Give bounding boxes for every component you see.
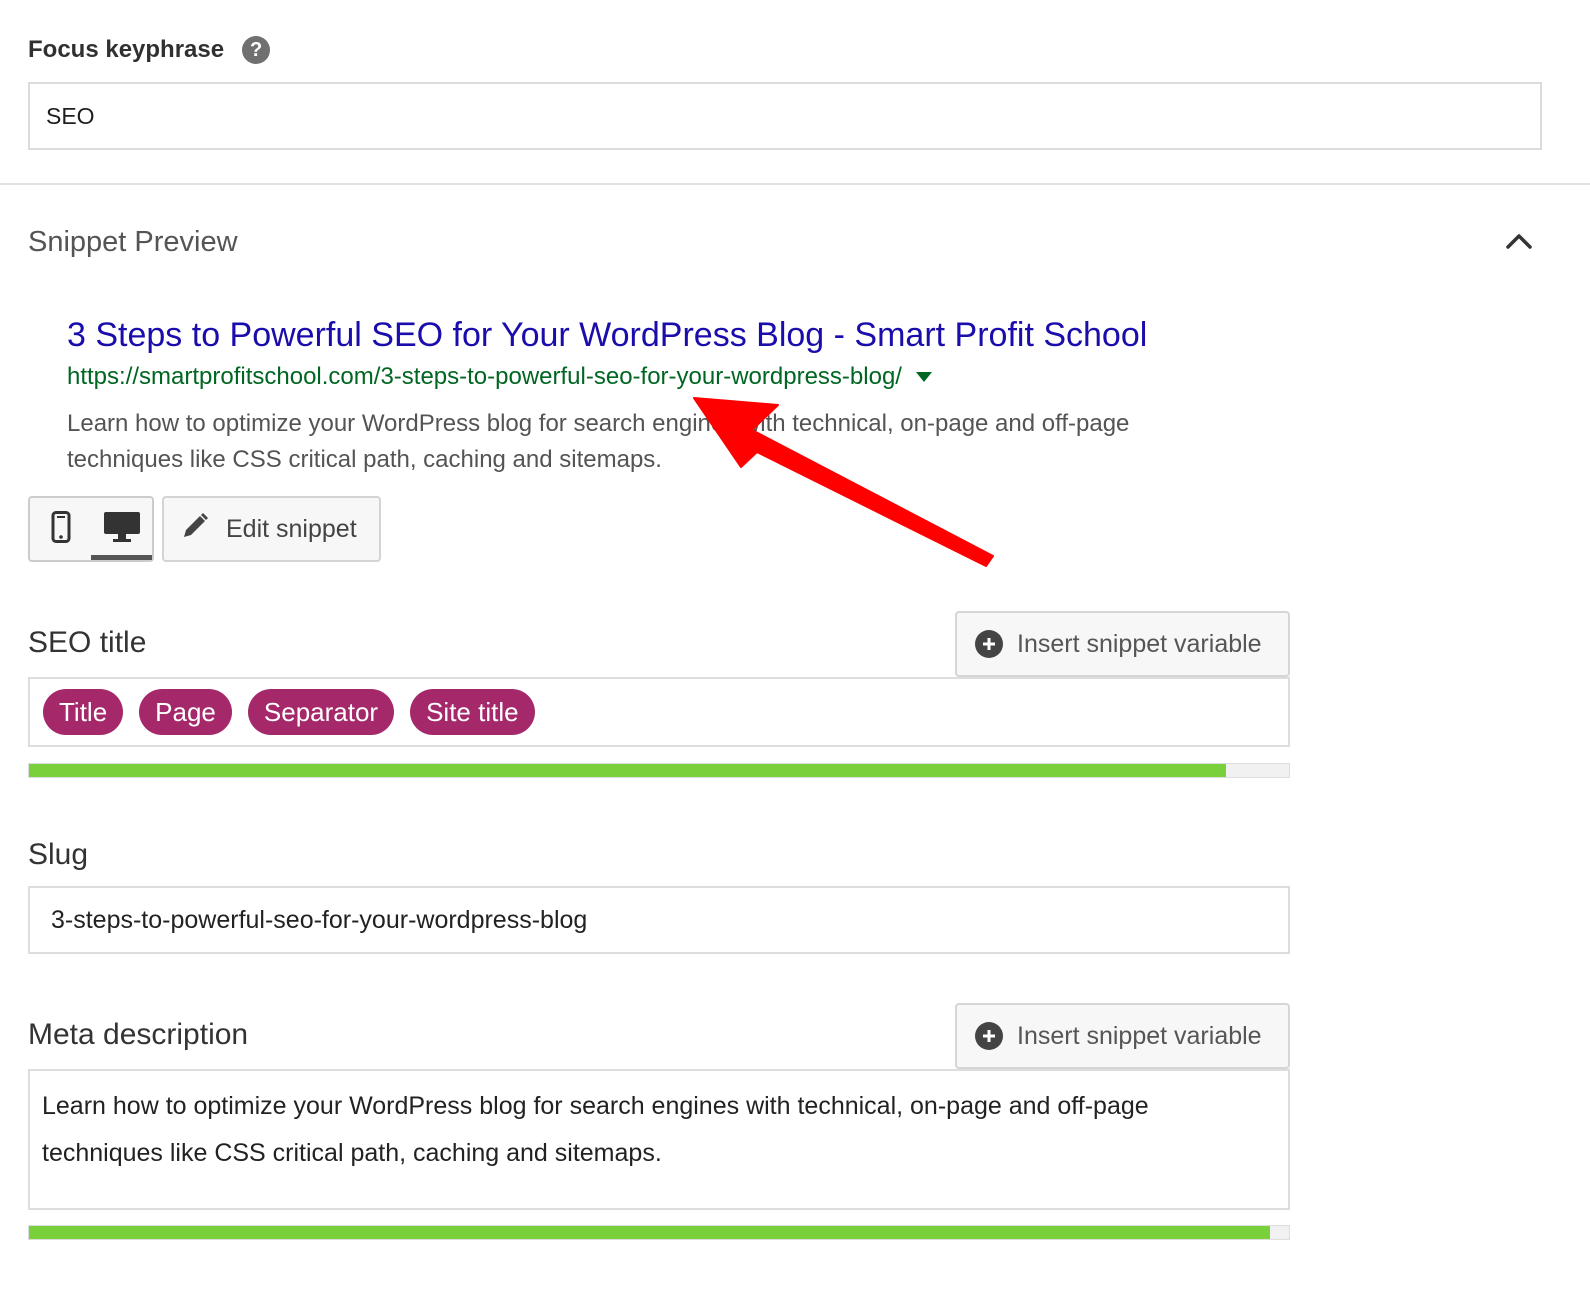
serp-url-text: https://smartprofitschool.com/3-steps-to… bbox=[67, 363, 902, 390]
mobile-preview-button[interactable] bbox=[30, 498, 91, 560]
meta-description-text: Learn how to optimize your WordPress blo… bbox=[42, 1092, 1149, 1167]
variable-pill-page[interactable]: Page bbox=[139, 689, 232, 735]
serp-title[interactable]: 3 Steps to Powerful SEO for Your WordPre… bbox=[67, 316, 1147, 355]
meta-description-label: Meta description bbox=[28, 1018, 249, 1051]
edit-snippet-label: Edit snippet bbox=[226, 514, 357, 543]
serp-description: Learn how to optimize your WordPress blo… bbox=[67, 410, 1130, 473]
focus-keyphrase-label: Focus keyphrase ? bbox=[28, 36, 271, 64]
chevron-up-icon[interactable] bbox=[1500, 224, 1538, 258]
slug-input[interactable] bbox=[28, 886, 1290, 954]
focus-keyphrase-input[interactable] bbox=[28, 82, 1542, 150]
meta-description-progress-fill bbox=[29, 1226, 1271, 1239]
question-icon[interactable]: ? bbox=[242, 36, 271, 64]
desktop-icon bbox=[103, 511, 141, 548]
seo-title-progress-fill bbox=[29, 764, 1226, 777]
plus-circle-icon bbox=[975, 1022, 1003, 1050]
edit-snippet-button[interactable]: Edit snippet bbox=[162, 496, 381, 562]
mobile-icon bbox=[51, 510, 71, 548]
variable-pill-site-title[interactable]: Site title bbox=[410, 689, 535, 735]
seo-title-variables: Title Page Separator Site title bbox=[30, 679, 1288, 745]
plus-circle-icon bbox=[975, 630, 1003, 658]
insert-variable-label: Insert snippet variable bbox=[1017, 1021, 1262, 1050]
section-divider bbox=[0, 183, 1590, 185]
insert-variable-label: Insert snippet variable bbox=[1017, 629, 1262, 658]
seo-title-label: SEO title bbox=[28, 626, 147, 659]
desktop-preview-button[interactable] bbox=[91, 498, 152, 560]
seo-title-progress-bar bbox=[28, 763, 1290, 778]
meta-description-progress-bar bbox=[28, 1225, 1290, 1240]
seo-title-insert-variable-button[interactable]: Insert snippet variable bbox=[955, 611, 1290, 677]
preview-mode-toggle bbox=[28, 496, 154, 562]
variable-pill-separator[interactable]: Separator bbox=[247, 689, 395, 735]
slug-label: Slug bbox=[28, 838, 89, 871]
variable-pill-title[interactable]: Title bbox=[43, 689, 124, 735]
serp-url: https://smartprofitschool.com/3-steps-to… bbox=[67, 363, 932, 391]
caret-down-icon bbox=[915, 372, 932, 382]
seo-title-field[interactable]: Title Page Separator Site title bbox=[28, 677, 1290, 747]
meta-description-field[interactable]: Learn how to optimize your WordPress blo… bbox=[28, 1069, 1290, 1210]
snippet-preview-heading[interactable]: Snippet Preview bbox=[28, 226, 238, 259]
focus-keyphrase-label-text: Focus keyphrase bbox=[28, 36, 225, 63]
meta-description-insert-variable-button[interactable]: Insert snippet variable bbox=[955, 1003, 1290, 1069]
pencil-icon bbox=[180, 511, 226, 548]
